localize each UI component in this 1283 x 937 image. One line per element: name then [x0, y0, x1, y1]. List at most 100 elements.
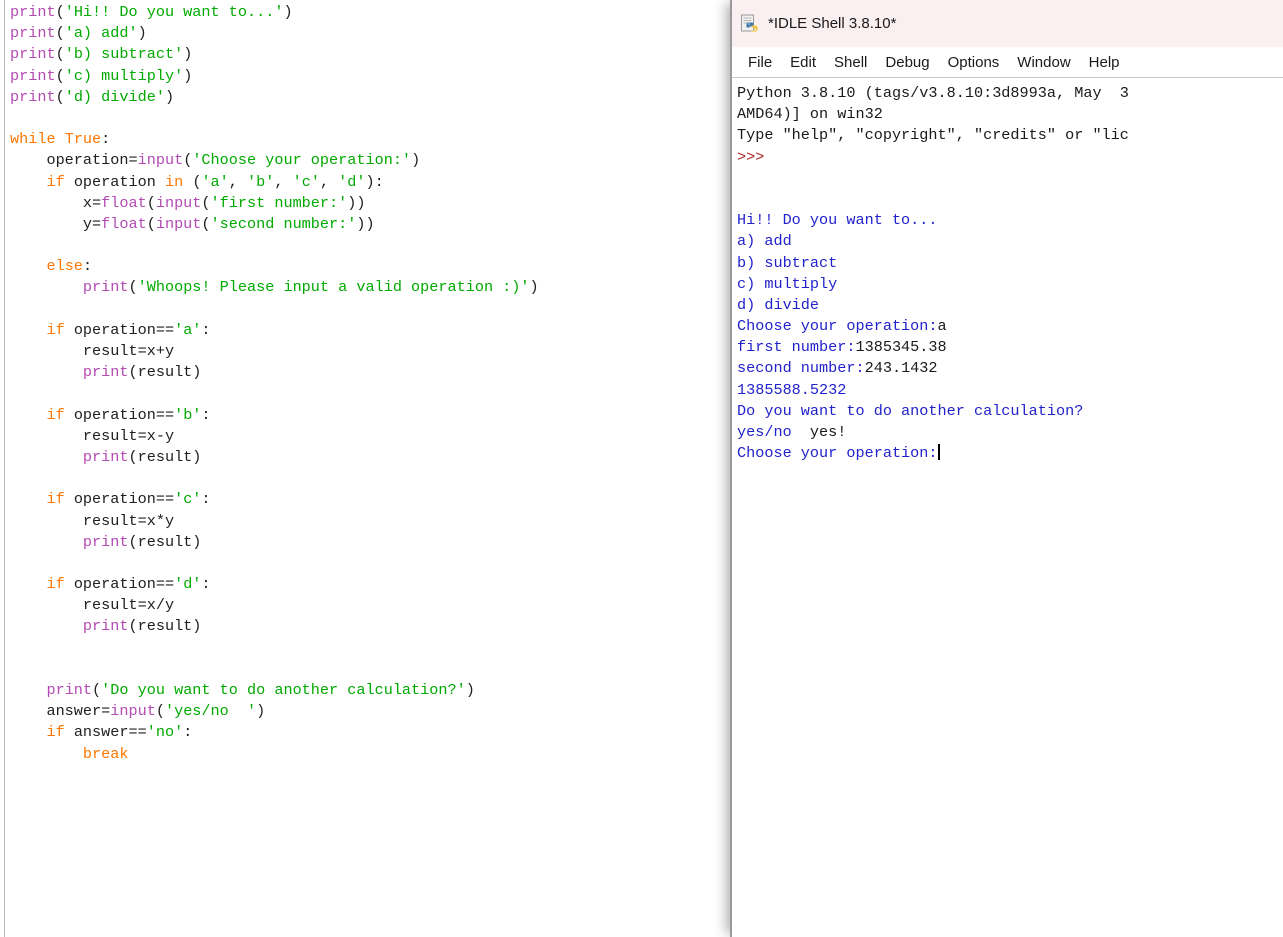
shell-token-s-out: b) subtract	[737, 254, 837, 272]
menu-item-debug[interactable]: Debug	[876, 52, 938, 73]
editor-code-line: print('Hi!! Do you want to...')	[10, 2, 740, 23]
editor-code-line: if operation=='c':	[10, 489, 740, 510]
code-token-pl	[10, 257, 46, 275]
shell-line: first number:1385345.38	[737, 337, 1283, 358]
code-token-kw: else	[46, 257, 82, 275]
code-token-str: 'Whoops! Please input a valid operation …	[138, 278, 530, 296]
editor-code-line: if operation=='d':	[10, 574, 740, 595]
code-token-str: 'a) add'	[65, 24, 138, 42]
code-token-pl: result=x/y	[10, 596, 174, 614]
code-token-pl: operation==	[65, 406, 174, 424]
shell-token-s-out: c) multiply	[737, 275, 837, 293]
shell-token-s-out: first number:	[737, 338, 855, 356]
code-token-pl: answer=	[10, 702, 110, 720]
shell-token-s-prompt: >>>	[737, 148, 764, 166]
menu-item-shell[interactable]: Shell	[825, 52, 876, 73]
code-token-pl: (	[183, 151, 192, 169]
code-token-str: 'c) multiply'	[65, 67, 183, 85]
code-token-pl: ))	[347, 194, 365, 212]
shell-line: Hi!! Do you want to...	[737, 210, 1283, 231]
code-token-pl	[10, 406, 46, 424]
code-token-str: 'first number:'	[211, 194, 348, 212]
code-token-pl: )	[183, 67, 192, 85]
shell-line: second number:243.1432	[737, 358, 1283, 379]
code-token-pl: operation=	[10, 151, 138, 169]
code-token-pl: (result)	[129, 533, 202, 551]
code-token-str: 'a'	[201, 173, 228, 191]
code-token-str: 'Do you want to do another calculation?'	[101, 681, 466, 699]
menu-item-help[interactable]: Help	[1080, 52, 1129, 73]
menu-item-file[interactable]: File	[739, 52, 781, 73]
code-token-bi: print	[83, 617, 129, 635]
code-token-bi: print	[46, 681, 92, 699]
code-token-kw: True	[65, 130, 101, 148]
editor-code-line: if operation in ('a', 'b', 'c', 'd'):	[10, 172, 740, 193]
code-token-pl: :	[201, 490, 210, 508]
code-token-pl: )	[256, 702, 265, 720]
code-token-kw: while	[10, 130, 56, 148]
editor-code-line: answer=input('yes/no ')	[10, 701, 740, 722]
code-token-str: 'b'	[174, 406, 201, 424]
code-token-pl: (	[156, 702, 165, 720]
code-token-str: 'b'	[247, 173, 274, 191]
code-token-str: 'yes/no '	[165, 702, 256, 720]
menu-item-options[interactable]: Options	[939, 52, 1009, 73]
code-token-pl: (	[56, 45, 65, 63]
idle-shell-window[interactable]: *IDLE Shell 3.8.10* FileEditShellDebugOp…	[730, 0, 1283, 937]
editor-code-line	[10, 235, 740, 256]
shell-token-s-in: yes!	[810, 423, 846, 441]
code-token-pl: ,	[320, 173, 338, 191]
editor-code-line	[10, 383, 740, 404]
editor-code-line: result=x/y	[10, 595, 740, 616]
code-token-pl: y=	[10, 215, 101, 233]
code-token-str: 'c'	[293, 173, 320, 191]
code-token-pl: operation==	[65, 490, 174, 508]
code-token-bi: print	[10, 24, 56, 42]
editor-code-line: result=x+y	[10, 341, 740, 362]
code-token-pl: :	[201, 406, 210, 424]
code-token-str: 'Hi!! Do you want to...'	[65, 3, 284, 21]
shell-line: Do you want to do another calculation?	[737, 401, 1283, 422]
code-token-pl: ,	[274, 173, 292, 191]
editor-code-line: else:	[10, 256, 740, 277]
code-token-pl: )	[530, 278, 539, 296]
editor-code-line: if operation=='a':	[10, 320, 740, 341]
shell-token-s-out: Do you want to do another calculation?	[737, 402, 1083, 420]
editor-code-line: operation=input('Choose your operation:'…	[10, 150, 740, 171]
code-token-pl: )	[165, 88, 174, 106]
editor-code-line	[10, 553, 740, 574]
code-token-bi: print	[83, 448, 129, 466]
code-token-pl: (	[92, 681, 101, 699]
code-token-pl: :	[83, 257, 92, 275]
code-token-pl: ):	[366, 173, 384, 191]
shell-token-s-out: yes/no	[737, 423, 810, 441]
code-token-bi: input	[110, 702, 156, 720]
code-token-pl: (result)	[129, 448, 202, 466]
shell-token-s-in: a	[938, 317, 947, 335]
shell-titlebar[interactable]: *IDLE Shell 3.8.10*	[732, 0, 1283, 47]
code-token-pl: :	[101, 130, 110, 148]
code-token-pl: (	[56, 67, 65, 85]
code-token-bi: print	[10, 3, 56, 21]
code-token-kw: in	[165, 173, 183, 191]
menu-item-window[interactable]: Window	[1008, 52, 1079, 73]
code-token-pl: (	[56, 88, 65, 106]
code-token-str: 'd'	[338, 173, 365, 191]
code-token-pl: (result)	[129, 617, 202, 635]
editor-code-line: print(result)	[10, 362, 740, 383]
shell-output-area[interactable]: Python 3.8.10 (tags/v3.8.10:3d8993a, May…	[732, 79, 1283, 937]
code-token-str: 'no'	[147, 723, 183, 741]
editor-code-line	[10, 299, 740, 320]
editor-code-line: print('b) subtract')	[10, 44, 740, 65]
code-token-pl	[10, 490, 46, 508]
code-token-bi: float	[101, 194, 147, 212]
code-token-pl: result=x+y	[10, 342, 174, 360]
editor-code-area[interactable]: print('Hi!! Do you want to...')print('a)…	[10, 2, 740, 765]
shell-token-s-in: 243.1432	[865, 359, 938, 377]
editor-code-line: if answer=='no':	[10, 722, 740, 743]
shell-line: yes/no yes!	[737, 422, 1283, 443]
code-token-pl: :	[201, 575, 210, 593]
editor-code-line	[10, 468, 740, 489]
shell-menubar[interactable]: FileEditShellDebugOptionsWindowHelp	[732, 47, 1283, 78]
menu-item-edit[interactable]: Edit	[781, 52, 825, 73]
